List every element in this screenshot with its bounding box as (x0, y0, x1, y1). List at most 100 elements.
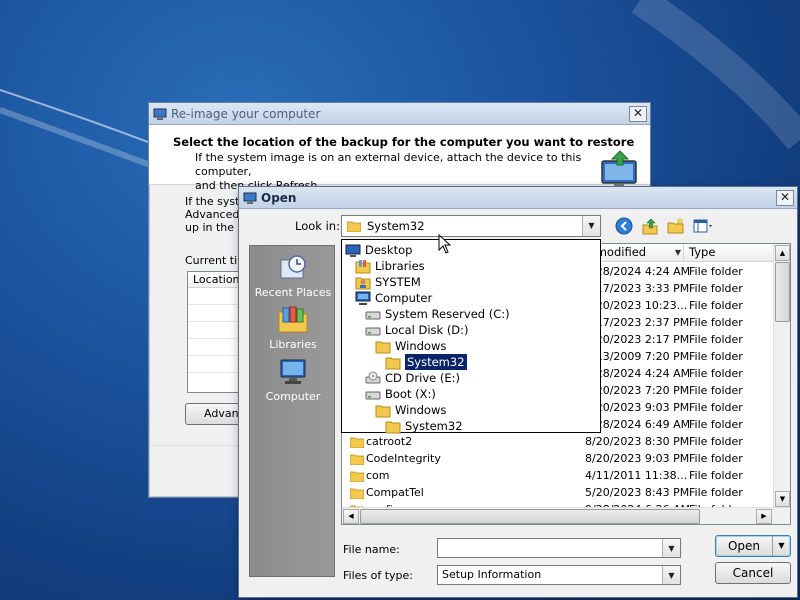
file-date-cell: 4/11/2011 11:38... (585, 469, 688, 482)
open-dialog: Open ✕ Look in: System32 ▼ Recent Places… (238, 186, 798, 598)
tree-item-label: Windows (395, 339, 447, 353)
file-type-cell: File folder (689, 384, 743, 397)
folder-icon (375, 405, 391, 417)
chevron-down-icon[interactable]: ▼ (772, 536, 790, 556)
place-libraries[interactable]: Libraries (250, 304, 336, 351)
user-folder-icon (355, 277, 371, 289)
open-close-button[interactable]: ✕ (776, 190, 794, 206)
open-button-label: Open (727, 539, 761, 553)
file-name-cell: CodeIntegrity (366, 452, 441, 465)
tree-item[interactable]: CD Drive (E:) (365, 370, 460, 386)
look-in-dropdown-list[interactable]: Desktop Libraries SYSTEM Computer System Res… (341, 239, 601, 433)
desktop-icon (345, 244, 361, 257)
new-folder-button[interactable] (665, 216, 687, 236)
computer-icon (355, 291, 371, 305)
file-type-value: Setup Information (442, 568, 542, 581)
reimage-window-icon (153, 108, 167, 120)
scroll-left-button[interactable]: ◀ (343, 509, 359, 524)
chevron-down-icon[interactable]: ▼ (662, 566, 680, 584)
open-window-icon (243, 192, 257, 204)
horizontal-scrollbar[interactable]: ◀ ▶ (342, 507, 790, 524)
file-date-cell: 5/20/2023 8:43 PM (585, 486, 690, 499)
chevron-down-icon[interactable]: ▼ (662, 539, 680, 557)
up-folder-button[interactable] (639, 216, 661, 236)
place-label: Recent Places (254, 286, 332, 299)
tree-item-label: CD Drive (E:) (385, 371, 460, 385)
open-title: Open (261, 190, 297, 205)
recent-places-icon (280, 255, 306, 279)
chevron-down-icon[interactable]: ▼ (582, 216, 600, 236)
file-type-label: Files of type: (343, 569, 414, 582)
place-computer[interactable]: Computer (250, 356, 336, 403)
file-name-input[interactable]: ▼ (437, 538, 681, 558)
file-date-cell: 8/20/2023 8:30 PM (585, 435, 690, 448)
cd-drive-icon (365, 371, 381, 383)
drive-icon (365, 327, 381, 335)
hscroll-thumb[interactable] (360, 509, 700, 524)
file-name-cell: CompatTel (366, 486, 424, 499)
tree-item[interactable]: SYSTEM (355, 274, 421, 290)
view-menu-button[interactable] (691, 216, 717, 236)
file-type-cell: File folder (689, 435, 743, 448)
tree-item[interactable]: Local Disk (D:) (365, 322, 469, 338)
chevron-down-icon[interactable]: ▼ (675, 244, 681, 261)
file-type-dropdown[interactable]: Setup Information ▼ (437, 565, 681, 585)
tree-item-label: Libraries (375, 259, 425, 273)
scroll-right-button[interactable]: ▶ (756, 509, 772, 524)
look-in-dropdown[interactable]: System32 ▼ (341, 215, 601, 237)
folder-icon (385, 357, 401, 369)
scroll-up-button[interactable]: ▲ (775, 245, 790, 261)
drive-icon (365, 391, 381, 399)
folder-icon (350, 488, 364, 499)
tree-item[interactable]: Windows (375, 402, 446, 418)
open-button[interactable]: Open ▼ (715, 535, 791, 557)
file-type-cell: File folder (689, 401, 743, 414)
reimage-title: Re-image your computer (171, 106, 321, 121)
reimage-header: Select the location of the backup for th… (149, 125, 650, 192)
tree-item[interactable]: Boot (X:) (365, 386, 436, 402)
table-row[interactable]: catroot2 8/20/2023 8:30 PM File folder (342, 433, 774, 450)
place-recent-places[interactable]: Recent Places (250, 252, 336, 299)
file-name-cell: com (366, 469, 390, 482)
open-toolbar (613, 216, 717, 236)
vertical-scrollbar[interactable]: ▲ ▼ (773, 244, 790, 508)
table-row[interactable]: CompatTel 5/20/2023 8:43 PM File folder (342, 484, 774, 501)
up-folder-icon (642, 218, 658, 235)
tree-item[interactable]: Computer (355, 290, 432, 306)
tree-item-label: System Reserved (C:) (385, 307, 510, 321)
file-type-cell: File folder (689, 265, 743, 278)
scroll-down-button[interactable]: ▼ (775, 491, 790, 507)
look-in-label: Look in: (295, 219, 340, 233)
file-type-cell: File folder (689, 350, 743, 363)
tree-item-label: Windows (395, 403, 447, 417)
tree-item[interactable]: Desktop (345, 242, 412, 258)
new-folder-icon (667, 217, 684, 234)
file-type-cell: File folder (689, 333, 743, 346)
reimage-close-button[interactable]: ✕ (629, 106, 647, 122)
tree-item[interactable]: System Reserved (C:) (365, 306, 510, 322)
back-button[interactable] (613, 216, 635, 236)
tree-item[interactable]: Windows (375, 338, 446, 354)
tree-item-label: Computer (375, 291, 433, 305)
drive-icon (365, 311, 381, 319)
tree-item-label: Boot (X:) (385, 387, 436, 401)
folder-icon (350, 454, 364, 465)
tree-item[interactable]: Libraries (355, 258, 425, 274)
file-type-cell: File folder (689, 316, 743, 329)
tree-item[interactable]: System32 (385, 418, 463, 434)
cancel-button[interactable]: Cancel (715, 562, 791, 584)
view-menu-icon (693, 219, 712, 233)
column-header-type[interactable]: Type (684, 244, 780, 262)
table-row[interactable]: com 4/11/2011 11:38... File folder (342, 467, 774, 484)
folder-icon (350, 471, 364, 482)
tree-item[interactable]: System32 (385, 354, 467, 370)
scroll-thumb[interactable] (775, 262, 790, 322)
file-type-cell: File folder (689, 469, 743, 482)
libraries-icon (278, 306, 308, 333)
file-type-cell: File folder (689, 282, 743, 295)
reimage-titlebar: Re-image your computer (149, 103, 650, 125)
file-date-cell: 8/20/2023 9:03 PM (585, 452, 690, 465)
folder-icon (347, 221, 361, 232)
tree-item-label: Local Disk (D:) (385, 323, 469, 337)
table-row[interactable]: CodeIntegrity 8/20/2023 9:03 PM File folde… (342, 450, 774, 467)
